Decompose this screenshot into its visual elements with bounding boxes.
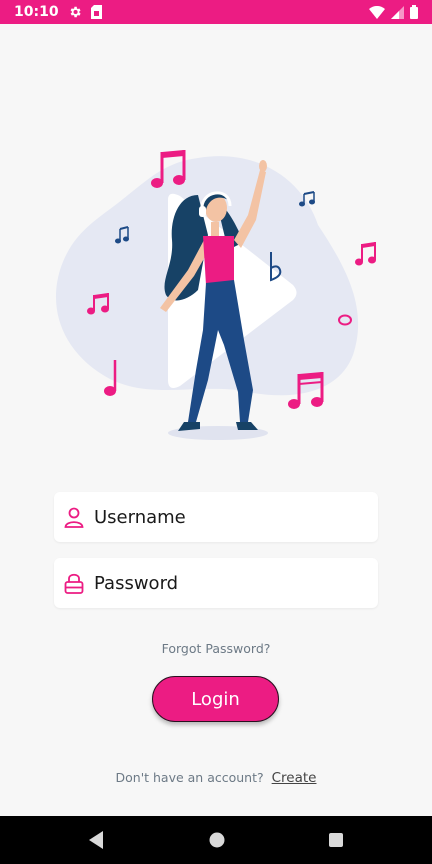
music-dance-illustration [48,140,388,450]
status-bar: 10:10 [0,0,432,24]
create-account-link[interactable]: Create [272,770,317,786]
navigation-bar [0,816,432,864]
gear-icon [68,5,82,19]
login-button[interactable]: Login [152,676,279,722]
back-icon[interactable] [88,830,104,854]
battery-icon [410,5,418,19]
lock-icon [54,558,94,608]
status-time: 10:10 [14,4,59,20]
home-icon[interactable] [208,830,226,854]
recents-icon[interactable] [328,830,344,854]
username-field[interactable] [54,492,378,542]
user-icon [54,492,94,542]
username-input[interactable] [94,506,354,528]
password-input[interactable] [94,572,354,594]
forgot-password-link[interactable]: Forgot Password? [0,641,432,656]
password-field[interactable] [54,558,378,608]
signup-row: Don't have an account? Create [0,770,432,786]
wifi-icon [369,5,385,19]
signup-prompt: Don't have an account? [115,770,264,785]
sim-card-icon [90,5,102,19]
signal-icon [391,5,404,19]
